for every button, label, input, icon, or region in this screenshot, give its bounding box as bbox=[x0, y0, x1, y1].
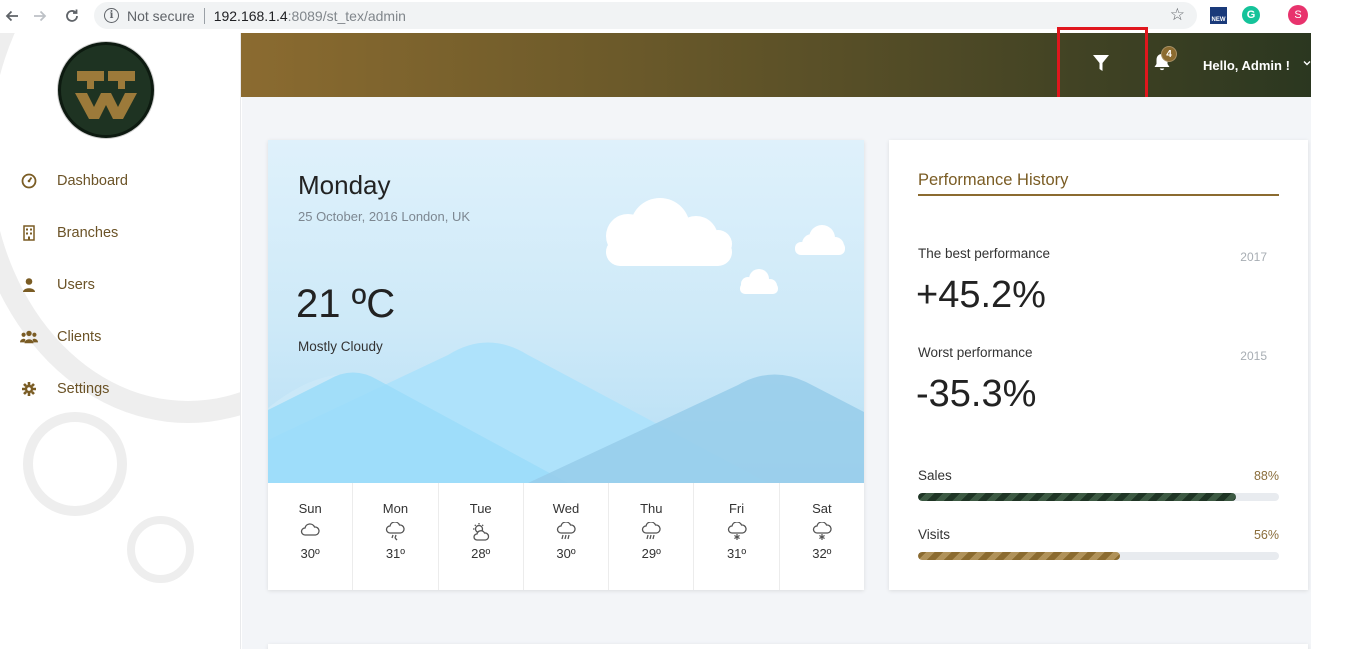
weather-temperature: 21 ºC bbox=[296, 282, 396, 326]
forecast-temp: 31º bbox=[726, 546, 747, 561]
forward-icon[interactable] bbox=[28, 5, 52, 27]
next-card bbox=[268, 644, 1308, 649]
forecast-day-name: Fri bbox=[728, 501, 745, 516]
sales-progress-track bbox=[918, 493, 1279, 501]
sidebar: Dashboard Branches Users Clients Setting… bbox=[0, 33, 241, 649]
weather-condition: Mostly Cloudy bbox=[298, 339, 383, 354]
chevron-down-icon[interactable] bbox=[1303, 58, 1311, 70]
grammarly-extension-icon[interactable]: G bbox=[1242, 6, 1260, 24]
sidebar-item-label: Users bbox=[57, 277, 95, 293]
performance-title: Performance History bbox=[918, 171, 1069, 189]
forecast-temp: 28º bbox=[471, 546, 491, 561]
forecast-temp: 32º bbox=[812, 546, 832, 561]
forecast-temp: 29º bbox=[641, 546, 661, 561]
gear-icon bbox=[20, 380, 38, 398]
rain-icon bbox=[524, 521, 608, 544]
visits-label: Visits bbox=[918, 527, 951, 542]
decorative-ring-small bbox=[127, 516, 194, 583]
url-path: :8089/st_tex/admin bbox=[287, 7, 406, 24]
forecast-temp: 30º bbox=[300, 546, 320, 561]
address-bar[interactable]: i Not secure 192.168.1.4:8089/st_tex/adm… bbox=[94, 2, 1197, 29]
address-divider bbox=[203, 7, 205, 24]
info-icon[interactable]: i bbox=[104, 8, 119, 23]
sidebar-item-label: Branches bbox=[57, 225, 119, 241]
profile-avatar[interactable]: S bbox=[1288, 5, 1308, 25]
sidebar-menu: Dashboard Branches Users Clients Setting… bbox=[0, 155, 240, 415]
forecast-day-name: Tue bbox=[469, 501, 492, 516]
profile-initial: S bbox=[1294, 9, 1302, 21]
extension-new-icon[interactable]: NEW bbox=[1210, 7, 1227, 24]
main-content: Monday 25 October, 2016 London, UK 21 ºC… bbox=[242, 97, 1311, 649]
forecast-day-name: Mon bbox=[382, 501, 409, 516]
cloud-icon bbox=[268, 522, 352, 544]
url-host: 192.168.1.4 bbox=[213, 7, 288, 24]
forecast-day-name: Sat bbox=[812, 501, 832, 516]
sun-cloud-icon bbox=[439, 522, 523, 544]
forecast-day: Tue 28º bbox=[439, 483, 524, 590]
bookmark-star-icon[interactable]: ☆ bbox=[1170, 5, 1185, 25]
security-label: Not secure bbox=[127, 7, 195, 24]
visits-progress-track bbox=[918, 552, 1279, 560]
grammarly-label: G bbox=[1246, 9, 1256, 21]
decorative-ring-medium bbox=[23, 412, 127, 516]
performance-history-card: Performance History The best performance… bbox=[889, 140, 1308, 590]
sidebar-item-users[interactable]: Users bbox=[0, 259, 240, 311]
forecast-day: Fri 31º bbox=[694, 483, 780, 590]
forecast-day: Sat 32º bbox=[780, 483, 864, 590]
weekly-forecast: Sun 30º Mon 31º Tue 28º Wed 30º Thu 29º … bbox=[268, 483, 864, 590]
sidebar-item-branches[interactable]: Branches bbox=[0, 207, 240, 259]
title-underline bbox=[918, 194, 1279, 196]
snow-cloud-icon bbox=[780, 521, 864, 544]
sidebar-item-label: Dashboard bbox=[57, 173, 128, 189]
sales-progress-fill bbox=[918, 493, 1236, 501]
rain-icon bbox=[609, 521, 693, 544]
cloud-rain-icon bbox=[353, 521, 437, 544]
forecast-day: Sun 30º bbox=[268, 483, 354, 590]
worst-performance-value: -35.3% bbox=[916, 373, 1037, 415]
weather-date-location: 25 October, 2016 London, UK bbox=[298, 209, 471, 224]
forecast-temp: 30º bbox=[556, 546, 576, 561]
building-icon bbox=[20, 224, 38, 242]
brand-logo[interactable] bbox=[58, 42, 154, 138]
sales-label: Sales bbox=[918, 468, 952, 483]
extension-new-label: NEW bbox=[1211, 17, 1226, 23]
browser-toolbar: i Not secure 192.168.1.4:8089/st_tex/adm… bbox=[0, 0, 1360, 33]
forecast-day: Wed 30º bbox=[524, 483, 610, 590]
weather-panel: Monday 25 October, 2016 London, UK 21 ºC… bbox=[268, 140, 864, 483]
best-performance-value: +45.2% bbox=[916, 274, 1046, 316]
reload-icon[interactable] bbox=[60, 5, 84, 27]
forecast-day-name: Thu bbox=[640, 501, 663, 516]
filter-button[interactable] bbox=[1090, 54, 1112, 76]
forecast-temp: 31º bbox=[385, 546, 406, 561]
users-icon bbox=[20, 328, 38, 346]
visits-progress-fill bbox=[918, 552, 1121, 560]
forecast-day-name: Wed bbox=[552, 501, 580, 516]
forecast-day: Thu 29º bbox=[609, 483, 695, 590]
forecast-day-name: Sun bbox=[298, 501, 322, 516]
dashboard-icon bbox=[20, 172, 38, 190]
snow-cloud-icon bbox=[694, 521, 778, 544]
forecast-day: Mon 31º bbox=[353, 483, 439, 590]
back-icon[interactable] bbox=[0, 5, 24, 27]
visits-percent: 56% bbox=[1253, 528, 1279, 542]
user-menu[interactable]: Hello, Admin ! bbox=[1203, 58, 1290, 73]
sidebar-item-label: Settings bbox=[57, 381, 110, 397]
worst-performance-year: 2015 bbox=[1240, 349, 1267, 363]
sales-percent: 88% bbox=[1253, 469, 1279, 483]
weather-day: Monday bbox=[298, 170, 391, 200]
sidebar-item-clients[interactable]: Clients bbox=[0, 311, 240, 363]
sidebar-item-dashboard[interactable]: Dashboard bbox=[0, 155, 240, 207]
best-performance-year: 2017 bbox=[1240, 250, 1267, 264]
worst-performance-label: Worst performance bbox=[918, 345, 1033, 360]
notification-count-badge: 4 bbox=[1161, 46, 1177, 62]
weather-card: Monday 25 October, 2016 London, UK 21 ºC… bbox=[268, 140, 864, 590]
best-performance-label: The best performance bbox=[918, 246, 1051, 261]
sidebar-item-settings[interactable]: Settings bbox=[0, 363, 240, 415]
user-icon bbox=[20, 276, 38, 294]
sidebar-item-label: Clients bbox=[57, 329, 102, 345]
filter-icon bbox=[1092, 54, 1110, 77]
